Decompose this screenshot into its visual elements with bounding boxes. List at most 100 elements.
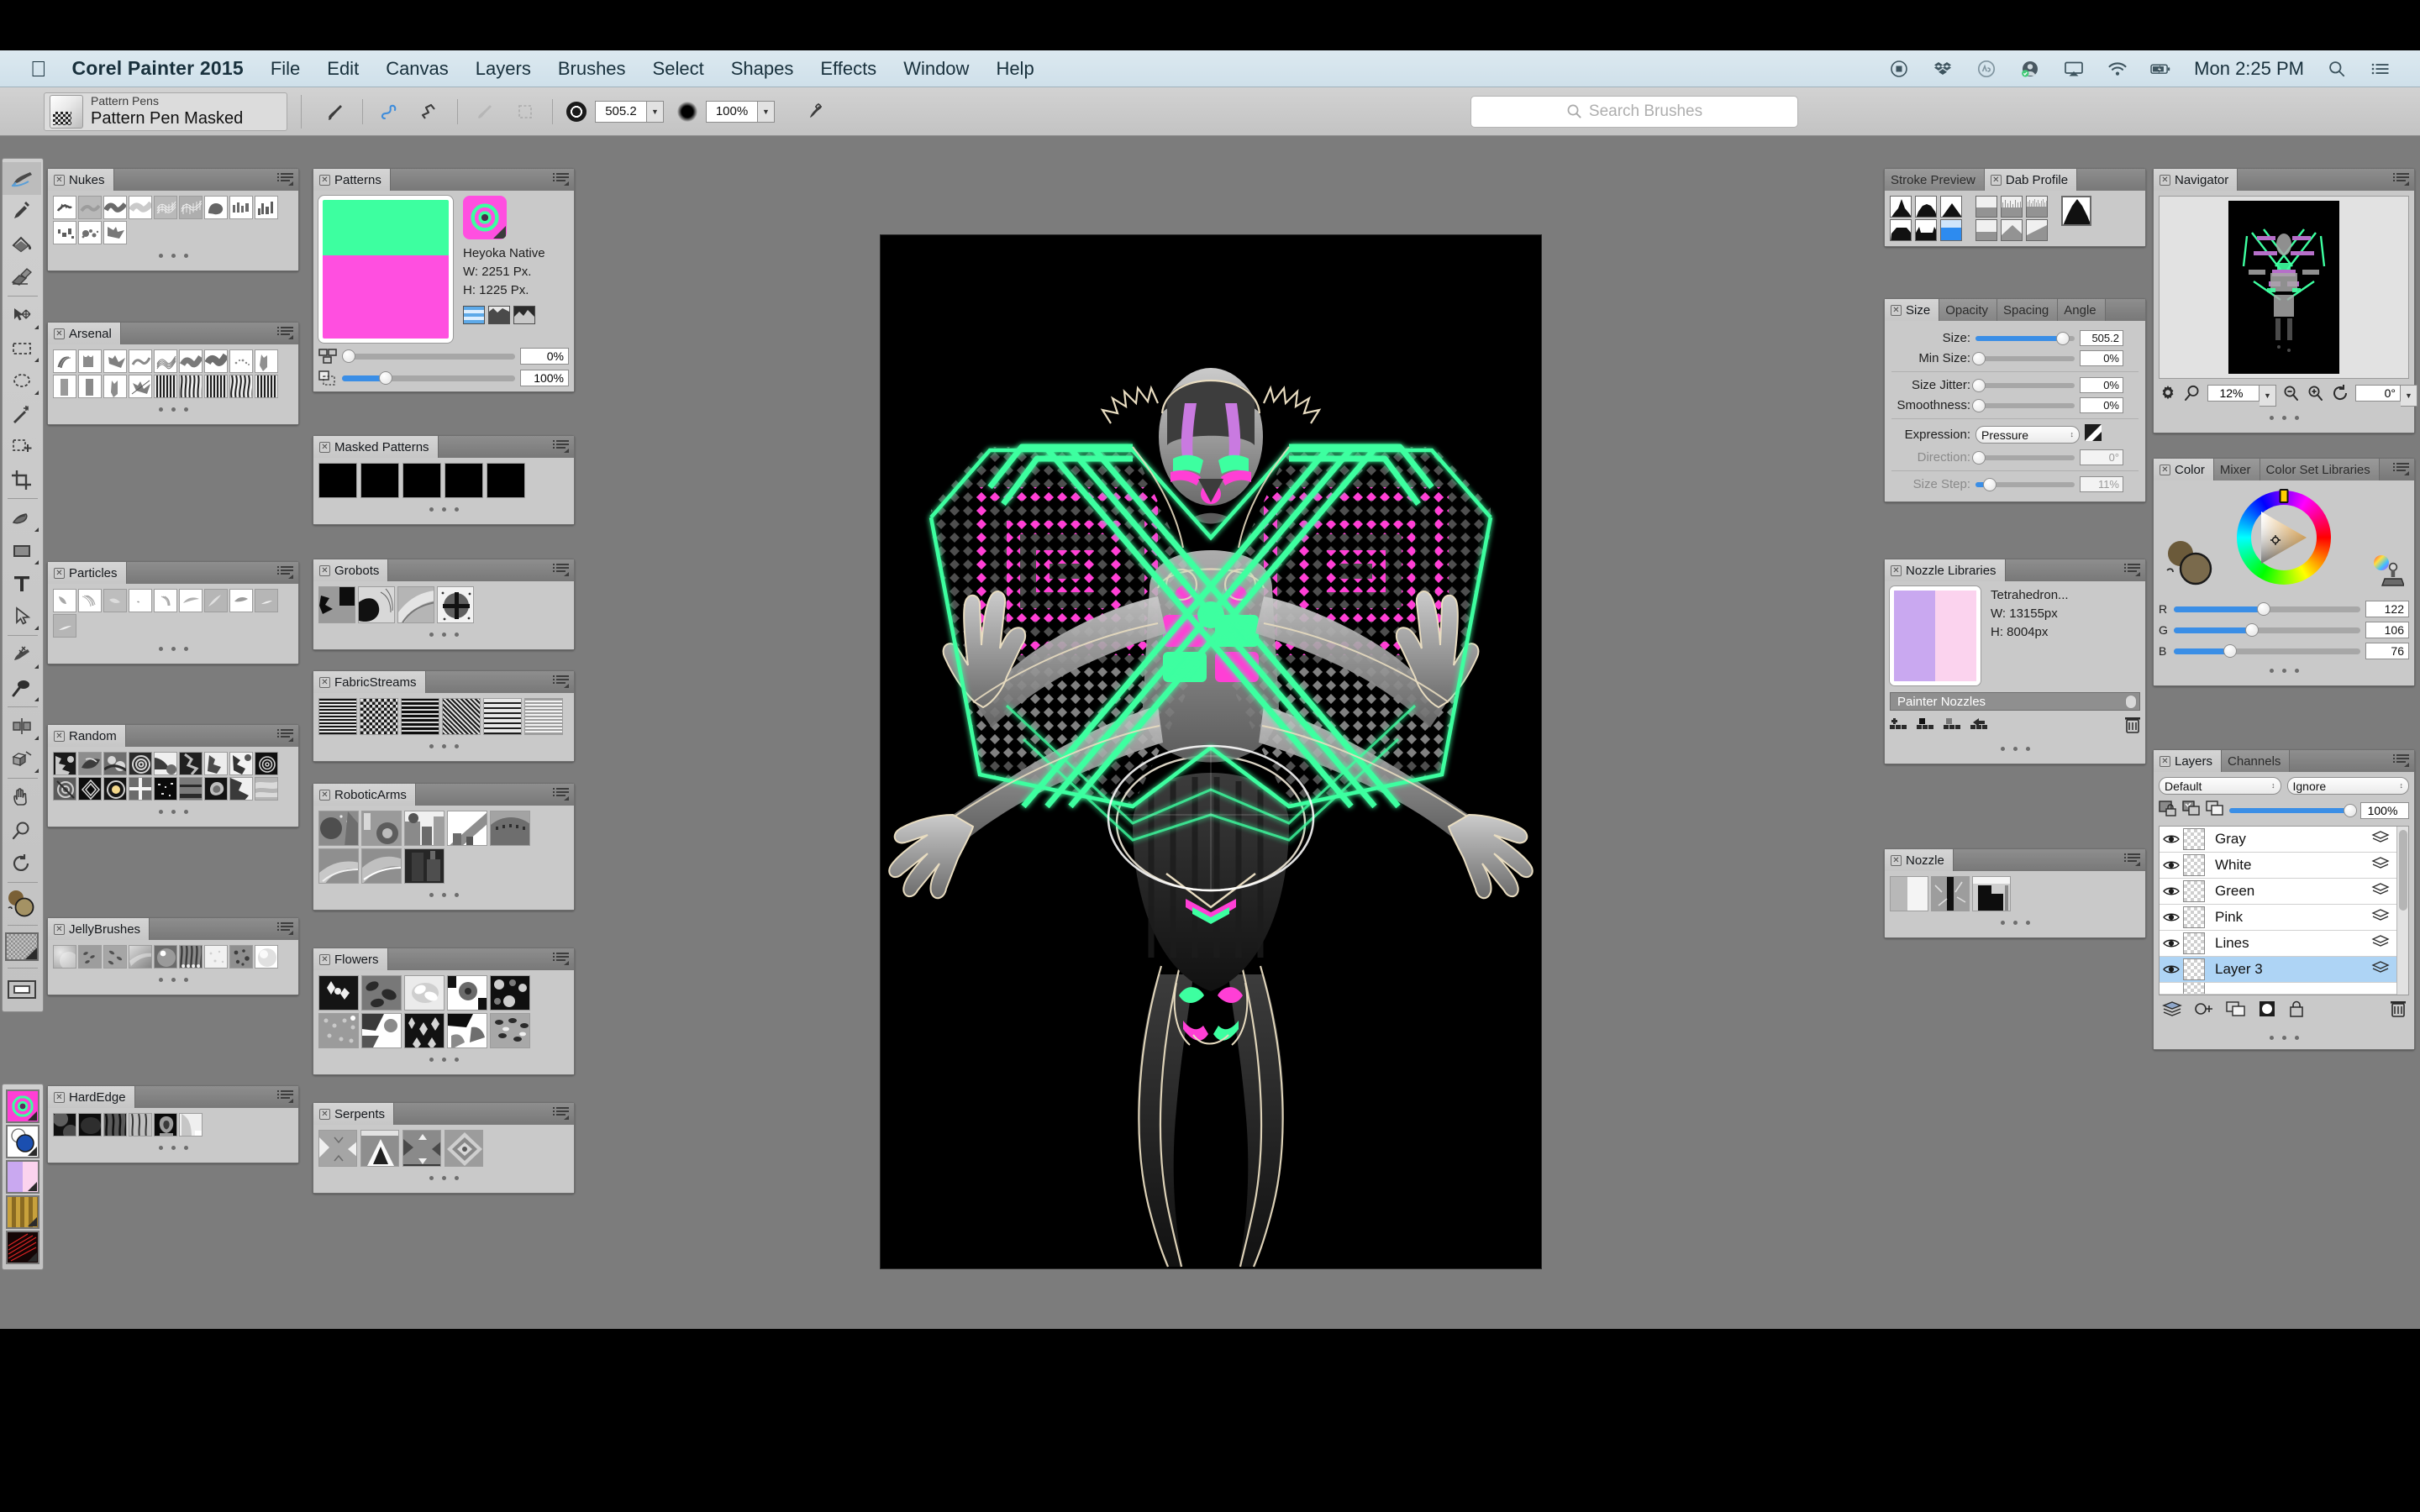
look-swatch[interactable] xyxy=(6,1231,39,1264)
brush-thumb[interactable] xyxy=(103,375,127,398)
close-icon[interactable]: ✕ xyxy=(54,923,65,935)
brush-thumb[interactable] xyxy=(78,221,102,244)
brush-thumb[interactable] xyxy=(78,196,102,219)
blue-value[interactable]: 76 xyxy=(2365,643,2409,659)
close-icon[interactable]: ✕ xyxy=(319,676,330,688)
close-icon[interactable]: ✕ xyxy=(2160,464,2170,475)
flower-thumb[interactable] xyxy=(490,975,530,1011)
tab-layers[interactable]: ✕ Layers xyxy=(2154,750,2223,772)
panel-menu-icon[interactable] xyxy=(277,921,294,936)
brush-thumb[interactable] xyxy=(103,349,127,373)
close-icon[interactable]: ✕ xyxy=(1891,304,1902,316)
magnifier-icon[interactable] xyxy=(2183,384,2202,407)
flower-thumb[interactable] xyxy=(361,975,402,1011)
brush-thumb[interactable] xyxy=(179,375,203,398)
scroll-thumb[interactable] xyxy=(2399,830,2407,911)
tab-flowers[interactable]: ✕ Flowers xyxy=(313,948,388,970)
pattern-thumb[interactable] xyxy=(445,463,483,498)
panel-page-dots[interactable] xyxy=(53,969,293,990)
panel-menu-icon[interactable] xyxy=(2124,563,2141,577)
panel-menu-icon[interactable] xyxy=(553,439,570,454)
panel-page-dots[interactable] xyxy=(1890,738,2140,759)
navigator-zoom-value[interactable]: 12% xyxy=(2207,384,2260,402)
grobot-thumb[interactable] xyxy=(437,586,474,623)
tab-navigator[interactable]: ✕ Navigator xyxy=(2154,169,2238,191)
table-row[interactable]: Layer 3 xyxy=(2160,957,2396,983)
size-jitter-value[interactable]: 0% xyxy=(2080,377,2123,393)
clone-color-icon[interactable] xyxy=(2369,552,2406,591)
tab-mixer[interactable]: Mixer xyxy=(2213,459,2260,480)
brush-thumb[interactable] xyxy=(129,589,152,612)
close-icon[interactable]: ✕ xyxy=(54,328,65,339)
panel-menu-icon[interactable] xyxy=(277,565,294,580)
tab-random[interactable]: ✕ Random xyxy=(48,725,126,747)
pattern-thumb[interactable] xyxy=(318,463,357,498)
brush-thumb[interactable] xyxy=(255,589,278,612)
slider-knob[interactable] xyxy=(2245,623,2260,637)
brush-thumb[interactable] xyxy=(179,1113,203,1137)
delete-layer-icon[interactable] xyxy=(2391,1000,2406,1021)
red-slider[interactable] xyxy=(2174,602,2360,616)
panel-menu-icon[interactable] xyxy=(553,787,570,801)
visibility-eye-icon[interactable] xyxy=(2160,937,2183,949)
close-icon[interactable]: ✕ xyxy=(54,567,65,579)
brush-thumb[interactable] xyxy=(154,945,177,969)
robot-thumb[interactable] xyxy=(404,811,445,846)
panel-page-dots[interactable] xyxy=(318,1167,569,1188)
zoom-dropdown-icon[interactable]: ▼ xyxy=(2260,384,2276,407)
zoom-field-wrapper[interactable]: 12% ▼ xyxy=(2207,384,2276,407)
panel-page-dots[interactable] xyxy=(318,735,569,756)
slider-knob[interactable] xyxy=(2256,602,2270,616)
flower-thumb[interactable] xyxy=(447,1013,487,1048)
brush-thumb[interactable] xyxy=(154,375,177,398)
robot-thumb[interactable] xyxy=(361,848,402,884)
tab-nozzle-libraries[interactable]: ✕ Nozzle Libraries xyxy=(1885,559,2006,581)
mask-pattern-icon[interactable] xyxy=(488,306,510,325)
perspective-grid-tool[interactable] xyxy=(3,710,41,743)
panel-page-dots[interactable] xyxy=(318,884,569,905)
close-icon[interactable]: ✕ xyxy=(319,564,330,576)
slider-knob[interactable] xyxy=(378,371,392,385)
dab-profile-fine-bristle[interactable] xyxy=(2026,196,2048,218)
texture-thumb[interactable] xyxy=(53,752,76,775)
tab-jellybrushes[interactable]: ✕ JellyBrushes xyxy=(48,918,150,940)
dab-profile-triangle-bristle[interactable] xyxy=(2001,219,2023,241)
menu-shapes[interactable]: Shapes xyxy=(731,58,794,80)
fabric-thumb[interactable] xyxy=(360,698,398,735)
green-slider[interactable] xyxy=(2174,623,2360,637)
close-icon[interactable]: ✕ xyxy=(319,789,330,801)
rotate-page-tool[interactable] xyxy=(3,847,41,879)
tab-angle[interactable]: Angle xyxy=(2058,299,2106,321)
close-icon[interactable]: ✕ xyxy=(54,730,65,742)
expression-select[interactable]: Pressure ↕ xyxy=(1975,426,2080,444)
close-icon[interactable]: ✕ xyxy=(2160,755,2170,767)
slider-knob[interactable] xyxy=(1971,398,1986,412)
brush-thumb[interactable] xyxy=(103,221,127,244)
flower-thumb[interactable] xyxy=(447,975,487,1011)
rotate-icon[interactable] xyxy=(2331,384,2349,407)
new-layer-icon[interactable] xyxy=(2206,800,2224,821)
layer-stack-icon[interactable] xyxy=(2371,909,2396,926)
panel-page-dots[interactable] xyxy=(318,1048,569,1069)
tab-grobots[interactable]: ✕ Grobots xyxy=(313,559,389,581)
brush-tool[interactable] xyxy=(3,162,41,195)
tab-particles[interactable]: ✕ Particles xyxy=(48,562,127,584)
serpent-thumb[interactable] xyxy=(402,1130,441,1167)
nozzle-swatch[interactable] xyxy=(6,1160,39,1194)
close-icon[interactable]: ✕ xyxy=(1891,854,1902,866)
serpent-thumb[interactable] xyxy=(445,1130,483,1167)
size-jitter-slider[interactable] xyxy=(1971,378,2075,392)
airplay-icon[interactable] xyxy=(2063,58,2085,80)
brush-thumb[interactable] xyxy=(229,196,253,219)
tab-nozzle[interactable]: ✕ Nozzle xyxy=(1885,849,1954,871)
brush-thumb[interactable] xyxy=(204,945,228,969)
brush-thumb[interactable] xyxy=(103,945,127,969)
visibility-eye-icon[interactable] xyxy=(2160,911,2183,923)
menu-window[interactable]: Window xyxy=(903,58,969,80)
close-icon[interactable]: ✕ xyxy=(54,1091,65,1103)
brush-thumb[interactable] xyxy=(53,945,76,969)
grobot-thumb[interactable] xyxy=(358,586,395,623)
panel-menu-icon[interactable] xyxy=(277,1089,294,1104)
flower-thumb[interactable] xyxy=(361,1013,402,1048)
brush-thumb[interactable] xyxy=(103,589,127,612)
